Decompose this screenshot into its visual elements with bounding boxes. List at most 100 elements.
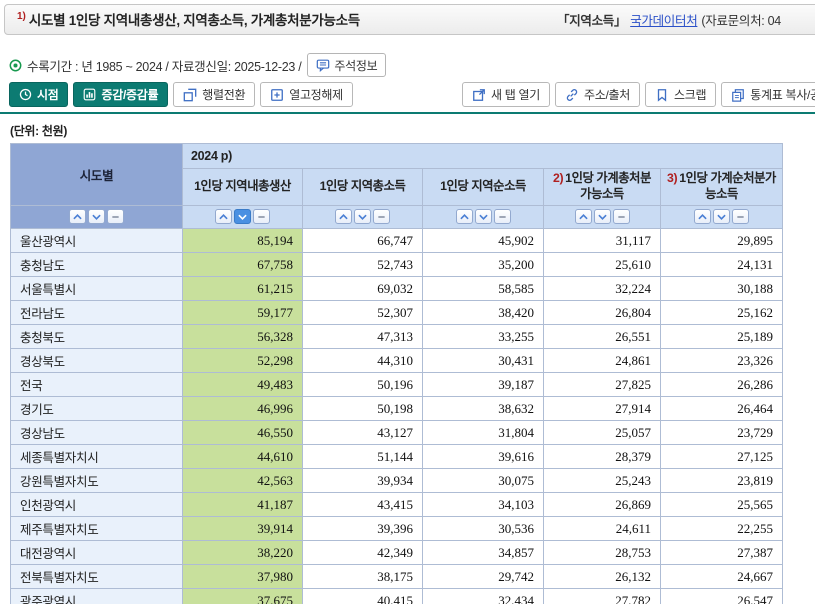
- table-row: 충청남도67,75852,74335,20025,61024,131: [11, 253, 783, 277]
- table-body: 울산광역시85,19466,74745,90231,11729,895충청남도6…: [11, 229, 783, 604]
- column-header-4: 3)1인당 가계순처분가능소득: [661, 169, 783, 206]
- sort-asc-icon: [219, 213, 228, 221]
- sort-asc-icon: [460, 213, 469, 221]
- sort-clear-button[interactable]: [253, 209, 270, 224]
- value-cell: 27,825: [544, 373, 661, 397]
- region-cell: 전북특별자치도: [11, 565, 183, 589]
- sort-clear-icon: [111, 213, 120, 221]
- column-header-label: 1인당 지역순소득: [440, 179, 526, 193]
- value-cell: 25,243: [544, 469, 661, 493]
- unfreeze-column-button[interactable]: 열고정해제: [260, 82, 353, 107]
- time-point-button[interactable]: 시점: [9, 82, 68, 107]
- sort-desc-button[interactable]: [354, 209, 371, 224]
- value-cell: 22,255: [661, 517, 783, 541]
- table-row: 강원특별자치도42,56339,93430,07525,24323,819: [11, 469, 783, 493]
- table-row: 서울특별시61,21569,03258,58532,22430,188: [11, 277, 783, 301]
- sort-desc-button[interactable]: [594, 209, 611, 224]
- region-cell: 울산광역시: [11, 229, 183, 253]
- sort-asc-button[interactable]: [694, 209, 711, 224]
- value-cell: 59,177: [183, 301, 303, 325]
- sort-asc-button[interactable]: [335, 209, 352, 224]
- change-rate-button[interactable]: 증감/증감률: [73, 82, 168, 107]
- new-tab-button[interactable]: 새 탭 열기: [462, 82, 550, 107]
- sort-clear-icon: [377, 213, 386, 221]
- source-agency-link[interactable]: 국가데이터처: [630, 10, 697, 29]
- sort-asc-button[interactable]: [215, 209, 232, 224]
- title-footnote-mark: 1): [17, 11, 26, 22]
- sort-desc-button[interactable]: [475, 209, 492, 224]
- sort-asc-button[interactable]: [456, 209, 473, 224]
- sort-clear-icon: [736, 213, 745, 221]
- value-cell: 37,980: [183, 565, 303, 589]
- address-source-button[interactable]: 주소/출처: [555, 82, 640, 107]
- sort-desc-icon: [238, 213, 247, 221]
- value-cell: 31,804: [423, 421, 544, 445]
- value-cell: 45,902: [423, 229, 544, 253]
- region-cell: 경기도: [11, 397, 183, 421]
- transpose-button[interactable]: 행렬전환: [173, 82, 255, 107]
- toolbar: 시점 증감/증감률 행렬전환 열고정해제 새 탭 열기 주소/출처: [9, 82, 815, 108]
- page-title: 시도별 1인당 지역내총생산, 지역총소득, 가계총처분가능소득: [29, 13, 360, 28]
- sort-clear-button[interactable]: [494, 209, 511, 224]
- value-cell: 26,547: [661, 589, 783, 604]
- value-cell: 27,914: [544, 397, 661, 421]
- value-cell: 67,758: [183, 253, 303, 277]
- value-cell: 25,189: [661, 325, 783, 349]
- unfreeze-icon: [270, 88, 284, 102]
- sort-asc-icon: [579, 213, 588, 221]
- value-cell: 41,187: [183, 493, 303, 517]
- value-cell: 24,861: [544, 349, 661, 373]
- page-title-group: 1)시도별 1인당 지역내총생산, 지역총소득, 가계총처분가능소득: [17, 9, 360, 30]
- column-header-0: 1인당 지역내총생산: [183, 169, 303, 206]
- sort-desc-button[interactable]: [88, 209, 105, 224]
- sort-asc-button[interactable]: [69, 209, 86, 224]
- sort-clear-button[interactable]: [373, 209, 390, 224]
- copy-table-button[interactable]: 통계표 복사/공: [721, 82, 815, 107]
- source-survey-label: 「지역소득」: [557, 10, 626, 29]
- value-cell: 34,857: [423, 541, 544, 565]
- value-cell: 23,729: [661, 421, 783, 445]
- sort-desc-button[interactable]: [713, 209, 730, 224]
- sort-cell-region: [11, 206, 183, 229]
- value-cell: 30,431: [423, 349, 544, 373]
- region-cell: 제주특별자치도: [11, 517, 183, 541]
- value-cell: 31,117: [544, 229, 661, 253]
- value-cell: 44,610: [183, 445, 303, 469]
- region-cell: 충청북도: [11, 325, 183, 349]
- sort-asc-button[interactable]: [575, 209, 592, 224]
- value-cell: 61,215: [183, 277, 303, 301]
- value-cell: 66,747: [303, 229, 423, 253]
- value-cell: 30,188: [661, 277, 783, 301]
- region-cell: 전국: [11, 373, 183, 397]
- table-row: 세종특별자치시44,61051,14439,61628,37927,125: [11, 445, 783, 469]
- region-cell: 경상북도: [11, 349, 183, 373]
- value-cell: 52,298: [183, 349, 303, 373]
- region-cell: 인천광역시: [11, 493, 183, 517]
- sort-desc-icon: [92, 213, 101, 221]
- table-row: 광주광역시37,67540,41532,43427,78226,547: [11, 589, 783, 604]
- sort-clear-button[interactable]: [107, 209, 124, 224]
- value-cell: 26,464: [661, 397, 783, 421]
- scrap-button[interactable]: 스크랩: [645, 82, 716, 107]
- sort-clear-button[interactable]: [613, 209, 630, 224]
- clock-icon: [19, 88, 32, 101]
- bookmark-icon: [655, 88, 669, 102]
- value-cell: 26,551: [544, 325, 661, 349]
- annotation-info-button[interactable]: 주석정보: [307, 53, 386, 77]
- sort-desc-button[interactable]: [234, 209, 251, 224]
- region-cell: 세종특별자치시: [11, 445, 183, 469]
- value-cell: 52,743: [303, 253, 423, 277]
- value-cell: 44,310: [303, 349, 423, 373]
- transpose-icon: [183, 88, 197, 102]
- sort-clear-icon: [257, 213, 266, 221]
- value-cell: 25,057: [544, 421, 661, 445]
- source-info: 「지역소득」 국가데이터처 (자료문의처: 04: [557, 5, 781, 34]
- value-cell: 58,585: [423, 277, 544, 301]
- table-row: 울산광역시85,19466,74745,90231,11729,895: [11, 229, 783, 253]
- value-cell: 39,914: [183, 517, 303, 541]
- value-cell: 39,396: [303, 517, 423, 541]
- value-cell: 26,869: [544, 493, 661, 517]
- value-cell: 23,819: [661, 469, 783, 493]
- value-cell: 39,616: [423, 445, 544, 469]
- sort-clear-button[interactable]: [732, 209, 749, 224]
